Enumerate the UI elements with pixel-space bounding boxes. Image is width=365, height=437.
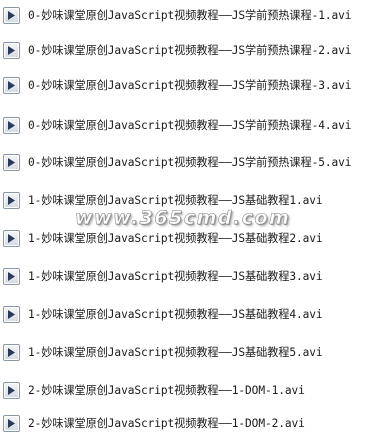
file-name: 0-妙味课堂原创JavaScript视频教程——JS学前预热课程-2.avi	[28, 44, 352, 57]
file-row[interactable]: 1-妙味课堂原创JavaScript视频教程——JS基础教程3.avi	[0, 265, 365, 289]
video-file-icon	[3, 382, 20, 399]
file-row[interactable]: 0-妙味课堂原创JavaScript视频教程——JS学前预热课程-4.avi	[0, 114, 365, 138]
video-file-icon	[3, 77, 20, 94]
file-name: 1-妙味课堂原创JavaScript视频教程——JS基础教程3.avi	[28, 270, 323, 283]
file-name: 2-妙味课堂原创JavaScript视频教程——1-DOM-2.avi	[28, 417, 305, 430]
video-file-icon	[3, 415, 20, 432]
file-name: 0-妙味课堂原创JavaScript视频教程——JS学前预热课程-1.avi	[28, 9, 352, 22]
file-row[interactable]: 0-妙味课堂原创JavaScript视频教程——JS学前预热课程-1.avi	[0, 4, 365, 28]
file-name: 0-妙味课堂原创JavaScript视频教程——JS学前预热课程-4.avi	[28, 119, 352, 132]
file-row[interactable]: 2-妙味课堂原创JavaScript视频教程——1-DOM-2.avi	[0, 412, 365, 436]
file-row[interactable]: 1-妙味课堂原创JavaScript视频教程——JS基础教程1.avi	[0, 189, 365, 213]
file-name: 0-妙味课堂原创JavaScript视频教程——JS学前预热课程-5.avi	[28, 156, 352, 169]
file-name: 1-妙味课堂原创JavaScript视频教程——JS基础教程5.avi	[28, 346, 323, 359]
file-row[interactable]: 2-妙味课堂原创JavaScript视频教程——1-DOM-1.avi	[0, 379, 365, 403]
video-file-icon	[3, 192, 20, 209]
file-row[interactable]: 0-妙味课堂原创JavaScript视频教程——JS学前预热课程-2.avi	[0, 39, 365, 63]
file-row[interactable]: 1-妙味课堂原创JavaScript视频教程——JS基础教程4.avi	[0, 303, 365, 327]
video-file-icon	[3, 344, 20, 361]
file-name: 1-妙味课堂原创JavaScript视频教程——JS基础教程2.avi	[28, 232, 323, 245]
file-row[interactable]: 0-妙味课堂原创JavaScript视频教程——JS学前预热课程-5.avi	[0, 151, 365, 175]
video-file-icon	[3, 268, 20, 285]
video-file-icon	[3, 117, 20, 134]
video-file-icon	[3, 154, 20, 171]
video-file-icon	[3, 7, 20, 24]
file-name: 1-妙味课堂原创JavaScript视频教程——JS基础教程4.avi	[28, 308, 323, 321]
file-list: 0-妙味课堂原创JavaScript视频教程——JS学前预热课程-1.avi 0…	[0, 0, 365, 437]
file-name: 1-妙味课堂原创JavaScript视频教程——JS基础教程1.avi	[28, 194, 323, 207]
file-name: 2-妙味课堂原创JavaScript视频教程——1-DOM-1.avi	[28, 384, 305, 397]
file-row[interactable]: 1-妙味课堂原创JavaScript视频教程——JS基础教程2.avi	[0, 227, 365, 251]
file-row[interactable]: 0-妙味课堂原创JavaScript视频教程——JS学前预热课程-3.avi	[0, 74, 365, 98]
file-row[interactable]: 1-妙味课堂原创JavaScript视频教程——JS基础教程5.avi	[0, 341, 365, 365]
file-name: 0-妙味课堂原创JavaScript视频教程——JS学前预热课程-3.avi	[28, 79, 352, 92]
video-file-icon	[3, 42, 20, 59]
video-file-icon	[3, 230, 20, 247]
video-file-icon	[3, 306, 20, 323]
